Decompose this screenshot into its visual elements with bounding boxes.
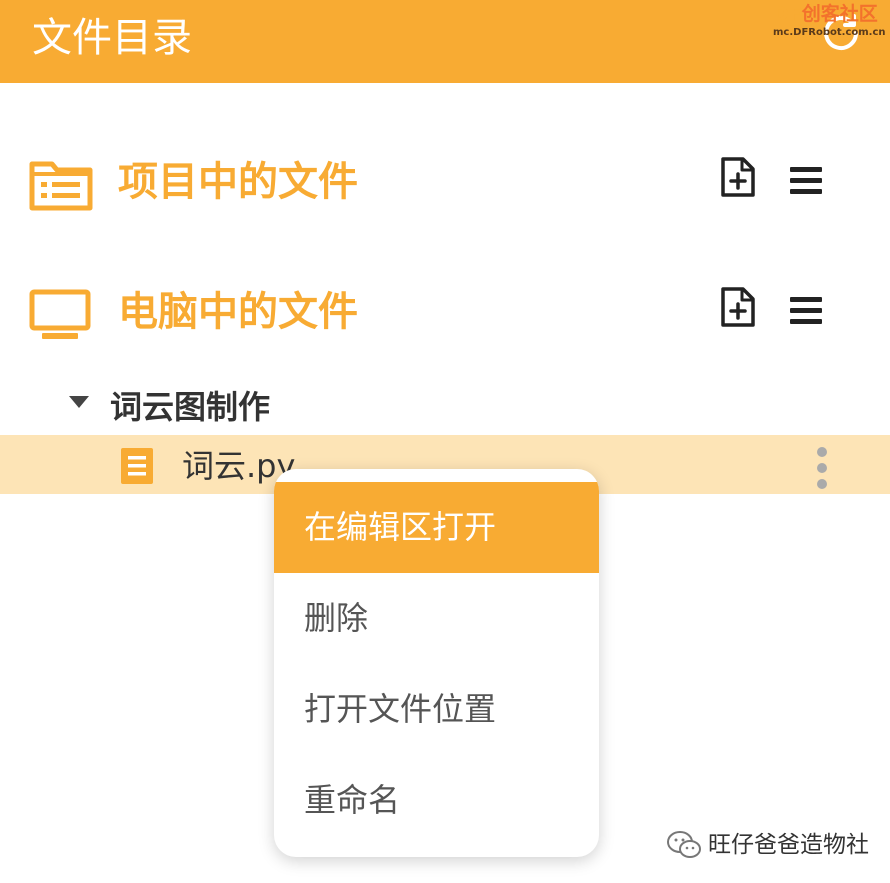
- menu-item-rename[interactable]: 重命名: [274, 755, 599, 846]
- section-title-project: 项目中的文件: [118, 159, 358, 205]
- more-vertical-icon[interactable]: [812, 446, 832, 492]
- app-header: 文件目录 DF创客社区 mc.DFRobot.com.cn: [0, 0, 890, 83]
- site-watermark: DF创客社区 mc.DFRobot.com.cn: [773, 2, 889, 40]
- tree-folder-row[interactable]: 词云图制作: [0, 384, 890, 430]
- section-title-computer: 电脑中的文件: [118, 289, 358, 335]
- watermark-main: 创客社区: [801, 3, 878, 25]
- folder-list-icon: [29, 161, 93, 211]
- file-context-menu: 在编辑区打开 删除 打开文件位置 重命名: [274, 469, 599, 857]
- file-document-icon: [121, 448, 153, 484]
- wechat-account-watermark: 旺仔爸爸造物社: [666, 826, 876, 866]
- menu-item-open-in-editor[interactable]: 在编辑区打开: [274, 482, 599, 573]
- menu-item-delete[interactable]: 删除: [274, 573, 599, 664]
- menu-item-open-file-location[interactable]: 打开文件位置: [274, 664, 599, 755]
- caret-down-icon[interactable]: [68, 394, 90, 410]
- section-computer-files: 电脑中的文件: [0, 272, 890, 352]
- hamburger-menu-icon[interactable]: [788, 294, 824, 328]
- watermark-df: DF: [773, 3, 802, 25]
- wechat-icon: [667, 831, 701, 858]
- hamburger-menu-icon[interactable]: [788, 164, 824, 198]
- section-project-files: 项目中的文件: [0, 142, 890, 222]
- add-file-icon[interactable]: [719, 156, 757, 198]
- watermark-url: mc.DFRobot.com.cn: [773, 27, 886, 38]
- monitor-icon: [29, 289, 91, 339]
- tree-folder-name: 词云图制作: [110, 388, 271, 426]
- wechat-account-name: 旺仔爸爸造物社: [708, 832, 869, 858]
- page-title: 文件目录: [32, 15, 192, 61]
- add-file-icon[interactable]: [719, 286, 757, 328]
